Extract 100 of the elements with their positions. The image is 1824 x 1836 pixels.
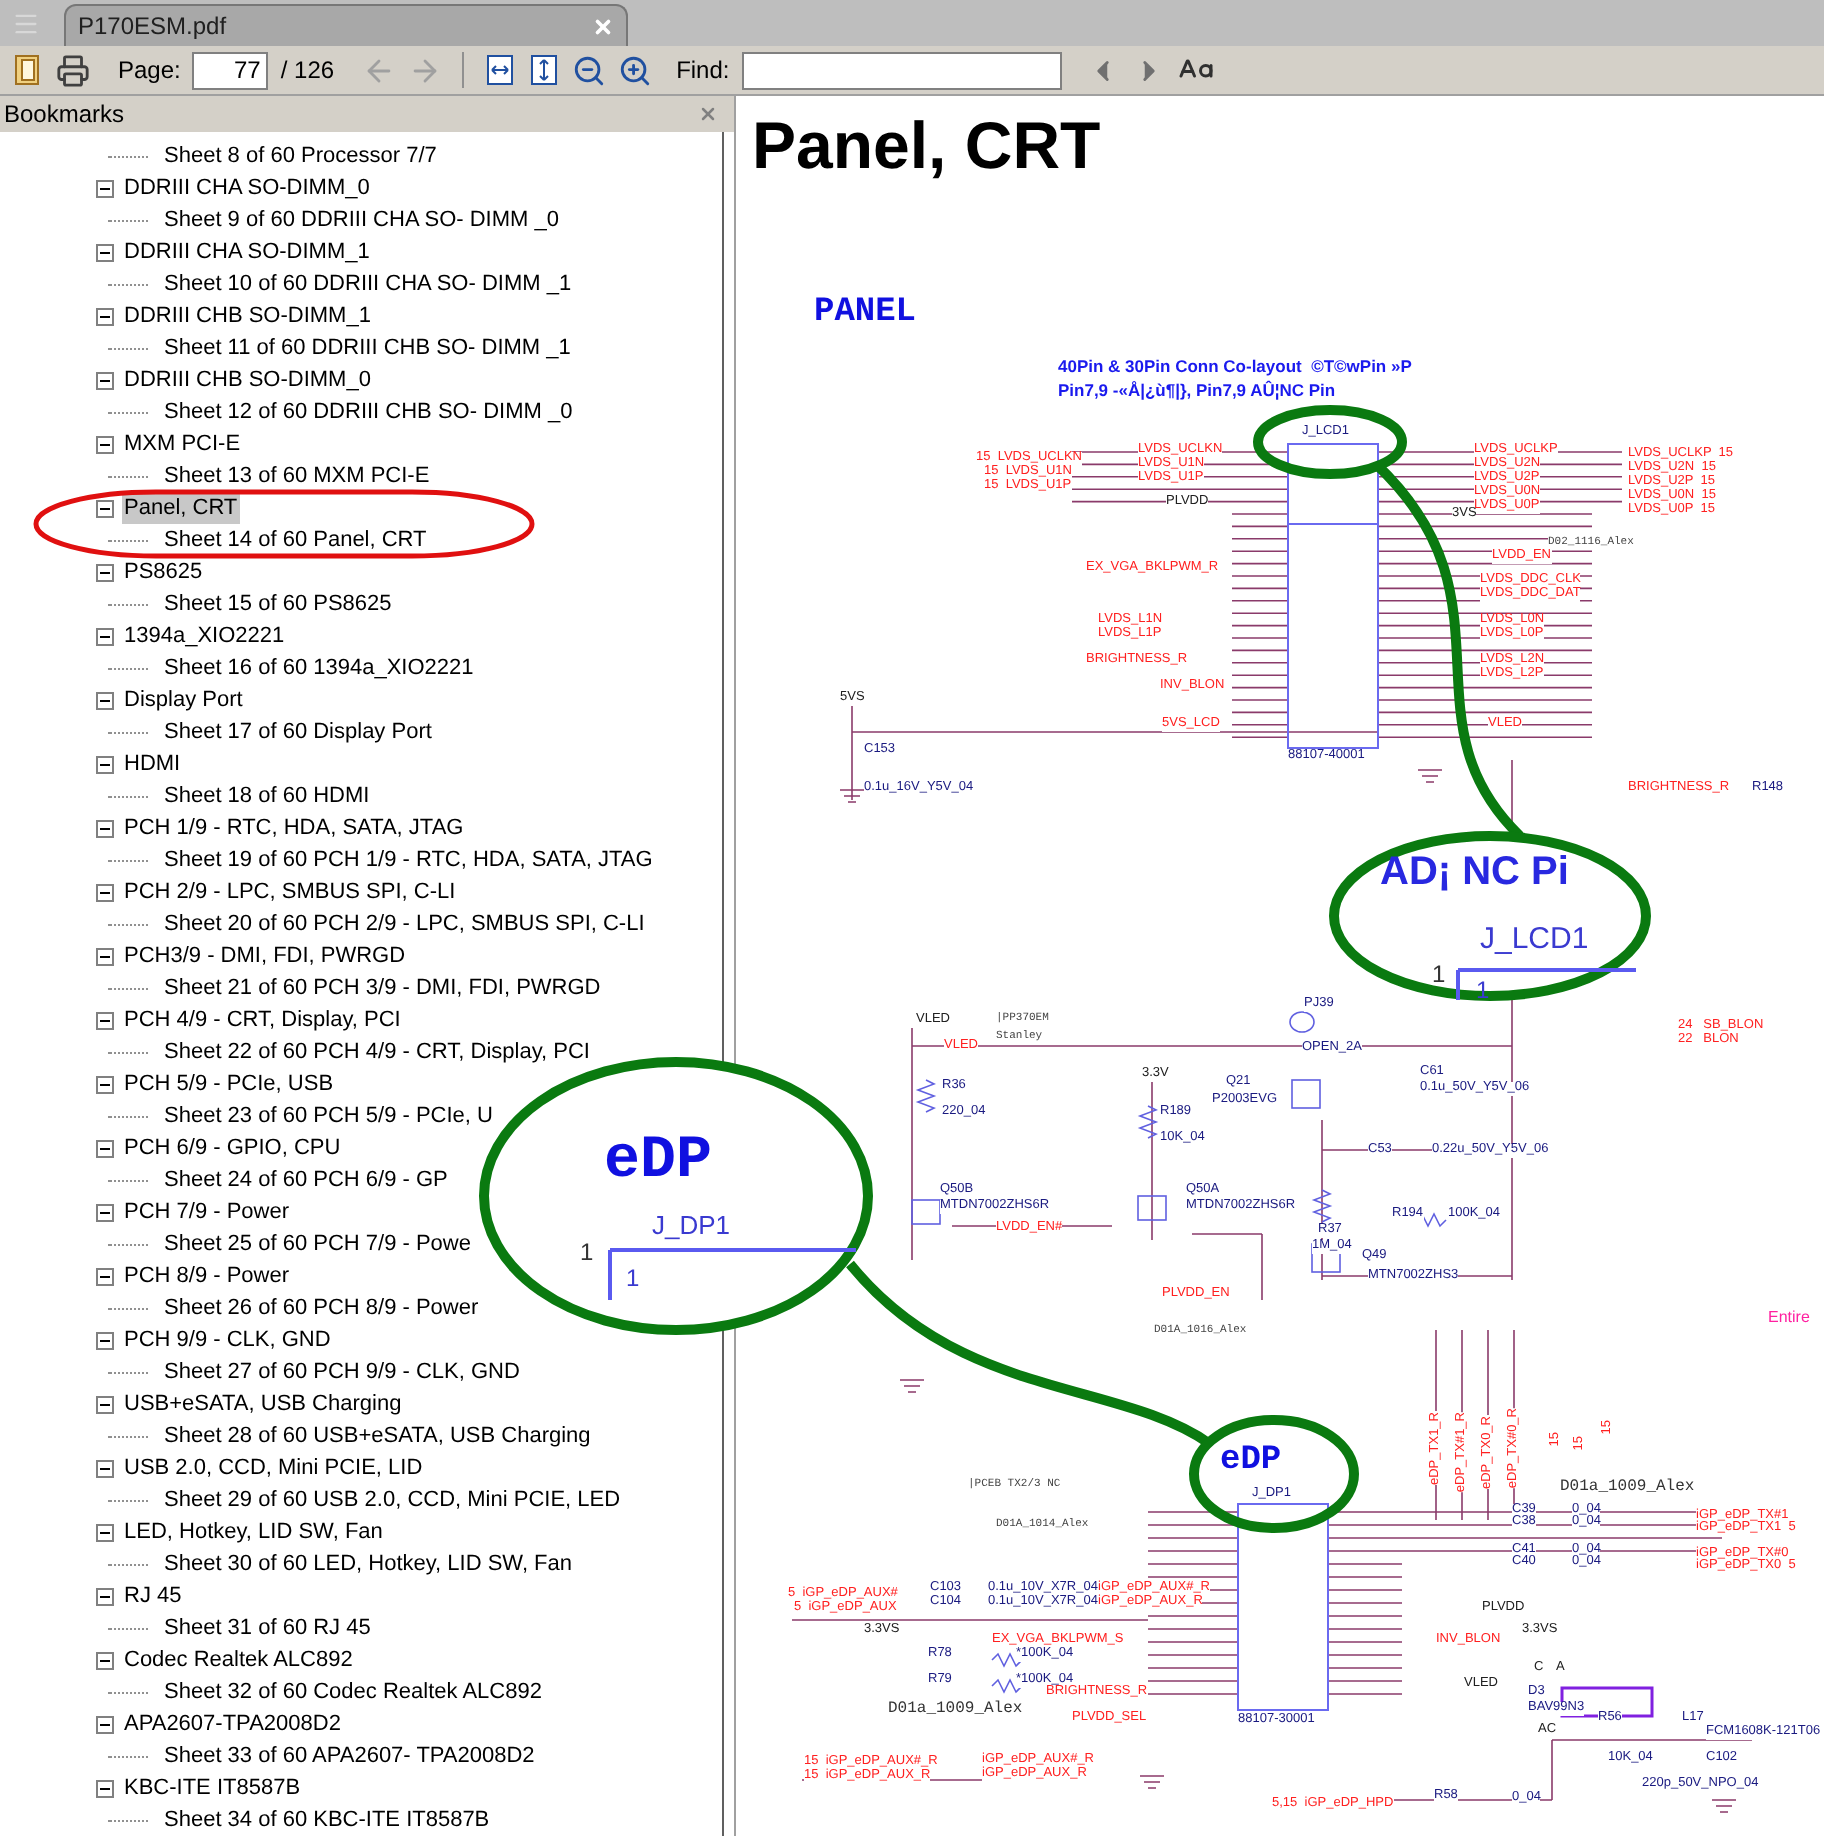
bookmark-item[interactable]: Sheet 27 of 60 PCH 9/9 - CLK, GND xyxy=(164,1356,520,1388)
magnified-text: eDP xyxy=(604,1132,713,1192)
bookmark-item[interactable]: Sheet 34 of 60 KBC-ITE IT8587B xyxy=(164,1804,490,1836)
bookmark-item[interactable]: Sheet 30 of 60 LED, Hotkey, LID SW, Fan xyxy=(164,1548,573,1580)
collapse-icon[interactable] xyxy=(96,1395,114,1413)
bookmark-item[interactable]: USB+eSATA, USB Charging xyxy=(122,1388,404,1420)
collapse-icon[interactable] xyxy=(96,435,114,453)
bookmark-item[interactable]: Sheet 21 of 60 PCH 3/9 - DMI, FDI, PWRGD xyxy=(164,972,601,1004)
bookmark-item[interactable]: Sheet 16 of 60 1394a_XIO2221 xyxy=(164,652,474,684)
bookmark-item[interactable]: Codec Realtek ALC892 xyxy=(122,1644,355,1676)
bookmark-item[interactable]: Sheet 15 of 60 PS8625 xyxy=(164,588,392,620)
bookmark-item[interactable]: PS8625 xyxy=(122,556,205,588)
bookmark-item[interactable]: Sheet 26 of 60 PCH 8/9 - Power xyxy=(164,1292,479,1324)
bookmark-item[interactable]: DDRIII CHB SO-DIMM_1 xyxy=(122,300,373,332)
bookmark-item[interactable]: Sheet 9 of 60 DDRIII CHA SO- DIMM _0 xyxy=(164,204,559,236)
collapse-icon[interactable] xyxy=(96,1459,114,1477)
bookmark-item[interactable]: PCH 8/9 - Power xyxy=(122,1260,292,1292)
find-label: Find: xyxy=(676,54,730,88)
collapse-icon[interactable] xyxy=(96,1523,114,1541)
bookmarks-panel-icon[interactable] xyxy=(12,54,44,86)
bookmark-item[interactable]: Sheet 28 of 60 USB+eSATA, USB Charging xyxy=(164,1420,591,1452)
bookmark-item[interactable]: Sheet 25 of 60 PCH 7/9 - Powe xyxy=(164,1228,471,1260)
bookmark-item[interactable]: Display Port xyxy=(122,684,245,716)
bookmark-item[interactable]: Sheet 10 of 60 DDRIII CHA SO- DIMM _1 xyxy=(164,268,572,300)
fit-page-icon[interactable] xyxy=(528,54,561,86)
zoom-in-icon[interactable] xyxy=(618,53,653,87)
page-field[interactable]: 77 xyxy=(192,51,269,89)
bookmark-item[interactable]: PCH 7/9 - Power xyxy=(122,1196,292,1228)
page-heading: Panel, CRT xyxy=(752,112,1101,178)
bookmark-item[interactable]: Sheet 32 of 60 Codec Realtek ALC892 xyxy=(164,1676,542,1708)
collapse-icon[interactable] xyxy=(96,691,114,709)
bookmark-item[interactable]: 1394a_XIO2221 xyxy=(122,620,287,652)
collapse-icon[interactable] xyxy=(96,1267,114,1285)
bookmark-item[interactable]: LED, Hotkey, LID SW, Fan xyxy=(122,1516,385,1548)
bookmark-item[interactable]: Sheet 18 of 60 HDMI xyxy=(164,780,370,812)
bookmark-item[interactable]: PCH 2/9 - LPC, SMBUS SPI, C-LI xyxy=(122,876,458,908)
schematic-note: Entire xyxy=(1768,1310,1810,1326)
collapse-icon[interactable] xyxy=(96,307,114,325)
page-label: Page: xyxy=(118,54,181,88)
panel-header: Bookmarks xyxy=(0,96,734,132)
document-tab[interactable]: P170ESM.pdf xyxy=(64,4,628,46)
bookmark-item[interactable]: USB 2.0, CCD, Mini PCIE, LID xyxy=(122,1452,425,1484)
bookmark-item[interactable]: DDRIII CHB SO-DIMM_0 xyxy=(122,364,373,396)
bookmark-item[interactable]: PCH 9/9 - CLK, GND xyxy=(122,1324,333,1356)
bookmark-item[interactable]: APA2607-TPA2008D2 xyxy=(122,1708,343,1740)
bookmark-item[interactable]: Sheet 17 of 60 Display Port xyxy=(164,716,432,748)
bookmark-item[interactable]: Sheet 22 of 60 PCH 4/9 - CRT, Display, PCI xyxy=(164,1036,590,1068)
bookmark-item[interactable]: PCH 6/9 - GPIO, CPU xyxy=(122,1132,343,1164)
bookmark-item[interactable]: Sheet 13 of 60 MXM PCI-E xyxy=(164,460,430,492)
magnified-text: 1 xyxy=(580,1240,594,1264)
bookmark-item[interactable]: PCH 1/9 - RTC, HDA, SATA, JTAG xyxy=(122,812,466,844)
collapse-icon[interactable] xyxy=(96,179,114,197)
collapse-icon[interactable] xyxy=(96,499,114,517)
fit-width-icon[interactable] xyxy=(484,54,517,86)
bookmark-item[interactable]: Sheet 14 of 60 Panel, CRT xyxy=(164,524,427,556)
schematic-note: Pin7,9 -«Å|¿ù¶|}, Pin7,9 AÛ¦NC Pin xyxy=(1058,382,1336,399)
schematic-comment: D01a_1009_Alex xyxy=(1560,1480,1695,1496)
collapse-icon[interactable] xyxy=(96,243,114,261)
bookmark-item[interactable]: Sheet 19 of 60 PCH 1/9 - RTC, HDA, SATA, JTAG xyxy=(164,844,653,876)
close-icon[interactable] xyxy=(698,104,718,124)
bookmark-item[interactable]: Sheet 12 of 60 DDRIII CHB SO- DIMM _0 xyxy=(164,396,573,428)
bookmark-item[interactable]: PCH 4/9 - CRT, Display, PCI xyxy=(122,1004,403,1036)
collapse-icon[interactable] xyxy=(96,755,114,773)
collapse-icon[interactable] xyxy=(96,883,114,901)
bookmark-item[interactable]: Sheet 8 of 60 Processor 7/7 xyxy=(164,140,437,172)
collapse-icon[interactable] xyxy=(96,1779,114,1797)
bookmark-item[interactable]: RJ 45 xyxy=(122,1580,184,1612)
bookmark-item[interactable]: Sheet 23 of 60 PCH 5/9 - PCIe, U xyxy=(164,1100,493,1132)
bookmark-item[interactable]: PCH3/9 - DMI, FDI, PWRGD xyxy=(122,940,408,972)
bookmark-item[interactable]: MXM PCI-E xyxy=(122,428,243,460)
magnified-text: J_DP1 xyxy=(652,1212,731,1238)
collapse-icon[interactable] xyxy=(96,1651,114,1669)
bookmark-item[interactable]: Sheet 33 of 60 APA2607- TPA2008D2 xyxy=(164,1740,535,1772)
collapse-icon[interactable] xyxy=(96,819,114,837)
bookmark-item[interactable]: DDRIII CHA SO-DIMM_1 xyxy=(122,236,372,268)
bookmark-item[interactable]: DDRIII CHA SO-DIMM_0 xyxy=(122,172,372,204)
collapse-icon[interactable] xyxy=(96,1011,114,1029)
bookmark-item[interactable]: KBC-ITE IT8587B xyxy=(122,1772,303,1804)
bookmark-item[interactable]: HDMI xyxy=(122,748,183,780)
collapse-icon[interactable] xyxy=(96,947,114,965)
bookmark-item[interactable]: Sheet 29 of 60 USB 2.0, CCD, Mini PCIE, LED xyxy=(164,1484,621,1516)
print-icon[interactable] xyxy=(56,53,90,87)
collapse-icon[interactable] xyxy=(96,563,114,581)
collapse-icon[interactable] xyxy=(96,371,114,389)
bookmark-item[interactable]: PCH 5/9 - PCIe, USB xyxy=(122,1068,336,1100)
bookmark-item[interactable]: Sheet 31 of 60 RJ 45 xyxy=(164,1612,371,1644)
bookmark-item[interactable]: Sheet 24 of 60 PCH 6/9 - GP xyxy=(164,1164,448,1196)
collapse-icon[interactable] xyxy=(96,1715,114,1733)
bookmark-item[interactable]: Sheet 11 of 60 DDRIII CHB SO- DIMM _1 xyxy=(164,332,571,364)
find-field[interactable] xyxy=(741,51,1062,89)
bookmark-item[interactable]: Sheet 20 of 60 PCH 2/9 - LPC, SMBUS SPI, C-LI xyxy=(164,908,645,940)
zoom-out-icon[interactable] xyxy=(572,53,607,87)
collapse-icon[interactable] xyxy=(96,1139,114,1157)
schematic-note: 40Pin & 30Pin Conn Co-layout ©T©wPin »P xyxy=(1058,358,1412,375)
collapse-icon[interactable] xyxy=(96,1203,114,1221)
collapse-icon[interactable] xyxy=(96,627,114,645)
collapse-icon[interactable] xyxy=(96,1075,114,1093)
collapse-icon[interactable] xyxy=(96,1587,114,1605)
magnified-text: 1 xyxy=(1476,978,1490,1002)
collapse-icon[interactable] xyxy=(96,1331,114,1349)
